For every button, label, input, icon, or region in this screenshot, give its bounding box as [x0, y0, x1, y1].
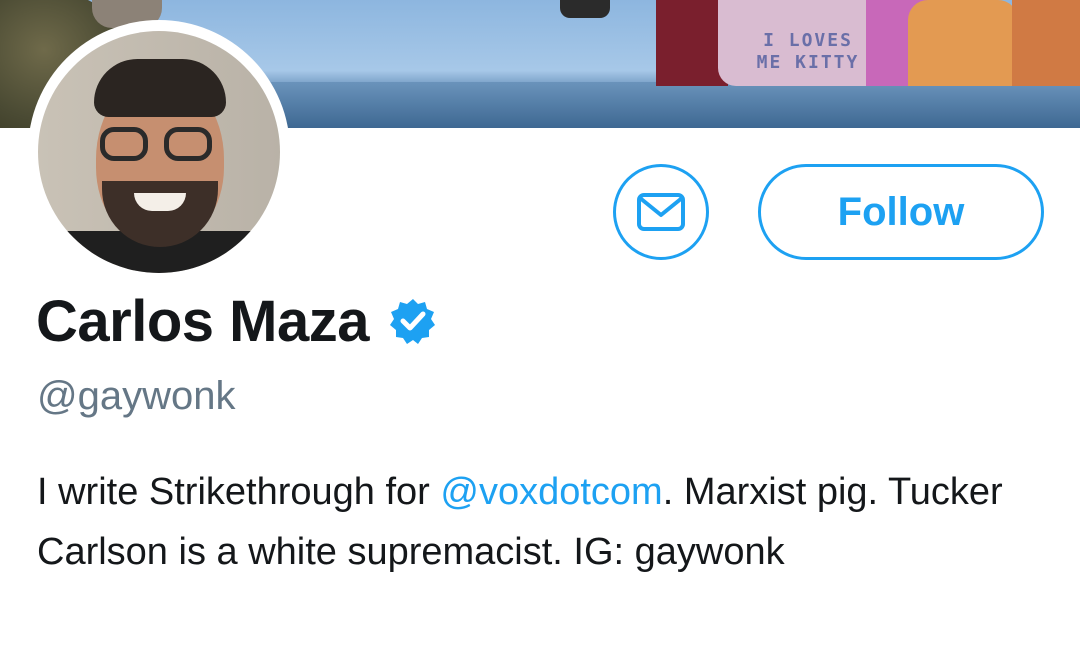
name-row: Carlos Maza	[36, 288, 437, 354]
display-name: Carlos Maza	[36, 288, 369, 354]
banner-shirt-text: I LOVES ME KITTY	[756, 30, 860, 73]
bio-text-prefix: I write Strikethrough for	[37, 471, 441, 513]
message-button[interactable]	[613, 164, 709, 260]
banner-sunglasses	[560, 0, 610, 18]
banner-collage	[656, 0, 1080, 86]
follow-button[interactable]: Follow	[758, 164, 1044, 260]
bio-mention-link[interactable]: @voxdotcom	[440, 471, 662, 513]
profile-bio: I write Strikethrough for @voxdotcom. Ma…	[37, 462, 1047, 582]
verified-badge-icon	[389, 299, 435, 344]
profile-handle: @gaywonk	[37, 374, 236, 418]
envelope-icon	[637, 193, 685, 231]
avatar[interactable]	[38, 31, 280, 273]
